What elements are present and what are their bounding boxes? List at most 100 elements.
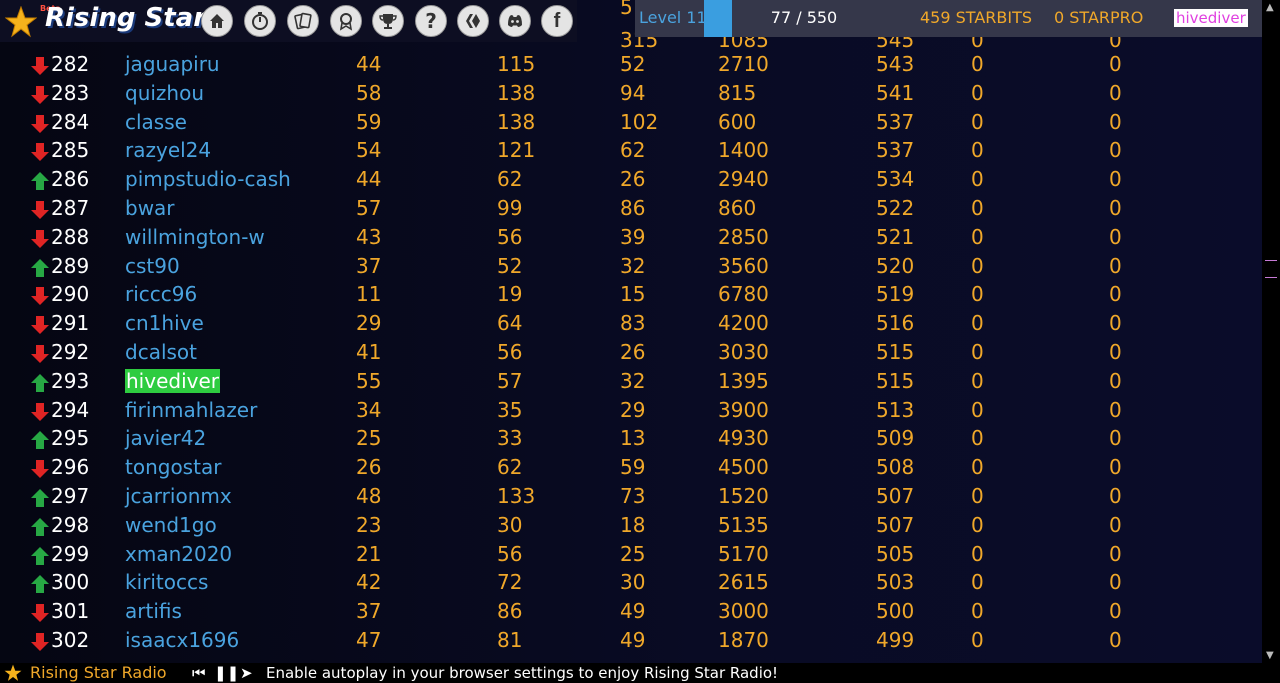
stat-cell-v1: 26 — [356, 455, 382, 480]
username-link[interactable]: riccc96 — [125, 282, 197, 306]
username-cell[interactable]: jcarrionmx — [125, 482, 232, 511]
stat-cell-v3: 86 — [620, 196, 646, 220]
username-cell[interactable]: razyel24 — [125, 136, 211, 165]
stat-cell-v3: 32 — [620, 368, 646, 393]
username-link[interactable]: cst90 — [125, 254, 180, 278]
username-cell[interactable]: jaguapiru — [125, 50, 220, 79]
username-cell[interactable]: dcalsot — [125, 338, 197, 367]
stat-cell-v7: 0 — [1109, 311, 1122, 336]
trend-down-arrow-icon — [31, 114, 49, 133]
stat-cell-v5: 500 — [876, 599, 915, 624]
username-cell[interactable]: cst90 — [125, 252, 180, 281]
username-cell[interactable]: artifis — [125, 597, 182, 626]
hive-button[interactable] — [457, 5, 489, 37]
radio-previous-icon[interactable]: ⏮ — [192, 663, 206, 683]
stat-cell-v7: 0 — [1109, 253, 1122, 278]
cards-button[interactable] — [287, 5, 319, 37]
username-cell[interactable]: willmington-w — [125, 223, 265, 252]
rank-cell: 300 — [51, 570, 90, 595]
username-link[interactable]: javier42 — [125, 426, 206, 450]
stat-cell-v7: 0 — [1109, 196, 1122, 220]
xp-progress-text: 77 / 550 — [770, 8, 838, 27]
radio-pause-icon[interactable]: ❚❚ — [214, 663, 239, 683]
username-link[interactable]: isaacx1696 — [125, 628, 239, 652]
username-cell[interactable]: hivediver — [125, 367, 220, 396]
stat-cell-v2: 99 — [497, 196, 523, 220]
username-cell[interactable]: xman2020 — [125, 540, 232, 569]
leaderboard-button[interactable] — [372, 5, 404, 37]
table-row: 293 hivediver 55 57 32 1395 515 0 0 — [0, 367, 1262, 396]
trend-down-arrow-icon — [31, 85, 49, 104]
radio-star-icon — [4, 664, 22, 681]
stat-cell-v6: 0 — [971, 80, 984, 105]
page-scrollbar[interactable]: ▲ ▼ — [1262, 0, 1280, 663]
stat-cell-v2: 56 — [497, 340, 523, 364]
username-link[interactable]: jcarrionmx — [125, 484, 232, 508]
timer-button[interactable] — [244, 5, 276, 37]
username-link[interactable]: firinmahlazer — [125, 398, 257, 422]
username-cell[interactable]: wend1go — [125, 511, 217, 540]
facebook-button[interactable]: f — [541, 5, 573, 37]
username-cell[interactable]: isaacx1696 — [125, 626, 239, 655]
stat-cell-v5: 541 — [876, 80, 915, 105]
stat-cell-v3: 49 — [620, 599, 646, 624]
stat-cell-v3: 83 — [620, 311, 646, 336]
stat-cell-v7: 0 — [1109, 282, 1122, 307]
trend-down-arrow-icon — [31, 57, 49, 75]
username-cell[interactable]: javier42 — [125, 424, 206, 453]
username-cell[interactable]: kiritoccs — [125, 568, 208, 597]
username-link[interactable]: pimpstudio-cash — [125, 167, 291, 191]
username-cell[interactable]: riccc96 — [125, 280, 197, 309]
stat-cell-v5: 507 — [876, 484, 915, 508]
username-link[interactable]: hivediver — [125, 368, 220, 393]
rank-cell: 291 — [51, 311, 90, 336]
stat-cell-v5: 513 — [876, 397, 915, 422]
stat-cell-v2: 35 — [497, 397, 523, 422]
username-cell[interactable]: classe — [125, 108, 187, 137]
help-button[interactable]: ? — [415, 5, 447, 37]
stat-cell-v7: 0 — [1109, 397, 1122, 422]
trend-down-arrow-icon — [31, 345, 49, 363]
rank-cell: 285 — [51, 138, 90, 163]
username-link[interactable]: artifis — [125, 599, 182, 623]
username-link[interactable]: wend1go — [125, 513, 217, 537]
username-link[interactable]: tongostar — [125, 455, 221, 479]
table-row: 291 cn1hive 29 64 83 4200 516 0 0 — [0, 309, 1262, 338]
username-link[interactable]: hivediver — [1174, 9, 1248, 27]
trend-up-arrow-icon — [31, 431, 49, 450]
username-cell[interactable]: cn1hive — [125, 309, 204, 338]
top-nav: Beta Rising Star ? f — [0, 0, 577, 42]
username-link[interactable]: razyel24 — [125, 138, 211, 162]
username-cell[interactable]: tongostar — [125, 453, 221, 482]
username-link[interactable]: cn1hive — [125, 311, 204, 335]
logo-star-icon[interactable] — [5, 6, 37, 38]
radio-next-icon[interactable]: ➤ — [240, 663, 253, 683]
username-link[interactable]: jaguapiru — [125, 52, 220, 76]
username-link[interactable]: kiritoccs — [125, 570, 208, 594]
username-cell[interactable]: bwar — [125, 194, 175, 223]
username-cell[interactable]: pimpstudio-cash — [125, 165, 291, 194]
discord-button[interactable] — [499, 5, 531, 37]
stat-cell-v1: 54 — [356, 138, 382, 163]
awards-button[interactable] — [330, 5, 362, 37]
username-link[interactable]: xman2020 — [125, 542, 232, 566]
stat-cell-v3: 15 — [620, 282, 646, 307]
username-link[interactable]: bwar — [125, 196, 175, 220]
logo-text[interactable]: Rising Star — [45, 3, 206, 33]
stat-cell-v4: 600 — [718, 109, 757, 134]
username-link[interactable]: dcalsot — [125, 340, 197, 364]
stat-cell-v2: 138 — [497, 109, 536, 134]
rank-cell: 292 — [51, 340, 90, 364]
stat-cell-v4: 5170 — [718, 541, 769, 566]
username-link[interactable]: willmington-w — [125, 225, 265, 249]
username-link[interactable]: classe — [125, 110, 187, 134]
username-cell[interactable]: firinmahlazer — [125, 396, 257, 425]
scroll-thumb[interactable] — [1265, 260, 1277, 278]
scroll-up-arrow-icon[interactable]: ▲ — [1266, 2, 1274, 13]
hive-icon — [466, 14, 480, 28]
stat-cell-v4: 1870 — [718, 628, 769, 652]
username-cell[interactable]: quizhou — [125, 79, 204, 108]
scroll-down-arrow-icon[interactable]: ▼ — [1266, 650, 1274, 661]
username-link[interactable]: quizhou — [125, 81, 204, 105]
home-button[interactable] — [201, 5, 233, 37]
